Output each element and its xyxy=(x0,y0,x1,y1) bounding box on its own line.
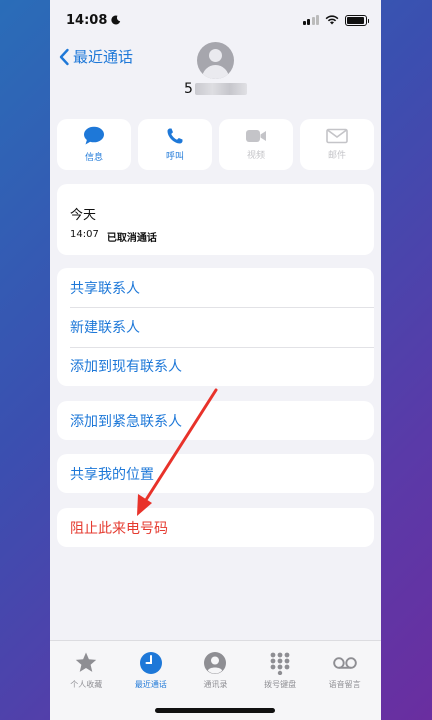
wifi-icon xyxy=(325,15,339,25)
voicemail-icon xyxy=(332,657,357,669)
star-icon xyxy=(76,652,97,672)
contact-options-card: 共享联系人 新建联系人 添加到现有联系人 xyxy=(57,268,374,386)
phone-icon xyxy=(167,128,183,144)
status-bar: 14:08 xyxy=(50,0,381,40)
block-caller-button[interactable]: 阻止此来电号码 xyxy=(57,508,374,547)
phone-screen: 14:08 最近通话 5 信息 呼叫 视频 邮件 今天 14:07 已取消通话 … xyxy=(50,0,381,720)
contact-icon xyxy=(204,652,227,674)
chevron-left-icon xyxy=(59,48,69,65)
contact-number: 5 xyxy=(184,81,247,97)
tab-favorites[interactable]: 个人收藏 xyxy=(55,650,117,720)
tab-recents-label: 最近通话 xyxy=(134,680,167,689)
recent-status: 已取消通话 xyxy=(106,233,157,244)
tab-keypad-label: 拨号键盘 xyxy=(264,680,297,689)
action-buttons: 信息 呼叫 视频 邮件 xyxy=(57,119,374,170)
message-icon xyxy=(84,126,104,145)
moon-icon xyxy=(111,15,121,25)
video-icon xyxy=(246,130,266,142)
recent-call-card: 今天 14:07 已取消通话 xyxy=(57,184,374,255)
recent-call-row: 14:07 已取消通话 xyxy=(70,229,157,244)
share-location-button[interactable]: 共享我的位置 xyxy=(57,454,374,493)
tab-voicemail-label: 语音留言 xyxy=(328,680,361,689)
signal-icon xyxy=(302,15,319,25)
add-emergency-contact-button[interactable]: 添加到紧急联系人 xyxy=(57,401,374,440)
video-label: 视频 xyxy=(246,151,265,161)
tab-voicemail[interactable]: 语音留言 xyxy=(314,650,376,720)
back-label: 最近通话 xyxy=(73,48,134,66)
battery-icon xyxy=(345,14,369,26)
clock-icon xyxy=(139,652,162,674)
redacted-number xyxy=(194,83,247,95)
status-left: 14:08 xyxy=(66,13,121,28)
home-indicator[interactable] xyxy=(155,708,275,713)
create-contact-button[interactable]: 新建联系人 xyxy=(57,307,374,346)
share-contact-button[interactable]: 共享联系人 xyxy=(57,268,374,307)
message-button[interactable]: 信息 xyxy=(57,119,131,170)
recent-time: 14:07 xyxy=(70,229,99,240)
mail-button[interactable]: 邮件 xyxy=(300,119,374,170)
tab-contacts-label: 通讯录 xyxy=(203,680,228,689)
back-button[interactable]: 最近通话 xyxy=(58,46,133,67)
message-label: 信息 xyxy=(84,153,103,163)
keypad-icon xyxy=(270,652,290,675)
mail-label: 邮件 xyxy=(327,151,346,161)
tab-favorites-label: 个人收藏 xyxy=(70,680,103,689)
mail-icon xyxy=(326,128,348,144)
avatar xyxy=(197,42,234,79)
add-to-existing-contact-button[interactable]: 添加到现有联系人 xyxy=(57,346,374,386)
call-label: 呼叫 xyxy=(165,152,184,162)
status-time: 14:08 xyxy=(66,12,108,28)
status-right xyxy=(302,14,369,26)
call-button[interactable]: 呼叫 xyxy=(138,119,212,170)
recent-day: 今天 xyxy=(70,208,97,223)
video-button[interactable]: 视频 xyxy=(219,119,293,170)
number-prefix: 5 xyxy=(184,81,193,97)
